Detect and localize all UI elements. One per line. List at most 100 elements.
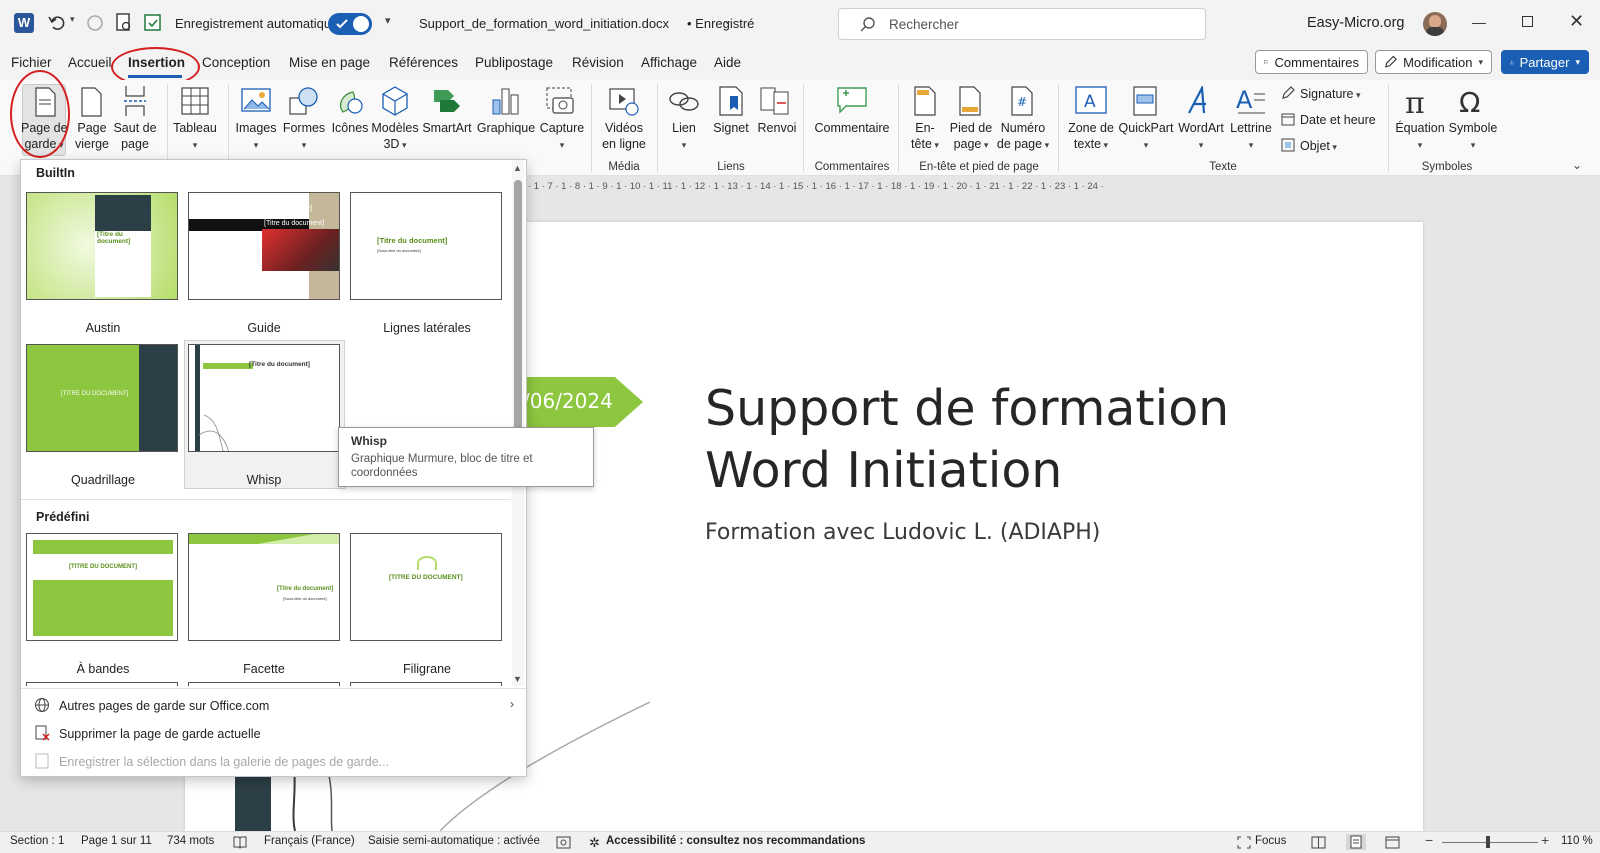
blank-page-icon xyxy=(80,87,102,117)
shapes-button[interactable]: Formes ▾ xyxy=(281,120,327,153)
scroll-down-icon[interactable]: ▼ xyxy=(513,674,522,684)
document-title[interactable]: Support_de_formation_word_initiation.doc… xyxy=(419,16,669,31)
chevron-right-icon[interactable]: › xyxy=(510,697,514,711)
comments-label: Commentaires xyxy=(1274,54,1359,70)
icons-button[interactable]: Icônes xyxy=(327,120,373,136)
drop-cap-button[interactable]: Lettrine ▾ xyxy=(1228,120,1274,153)
status-language[interactable]: Français (France) xyxy=(264,835,355,847)
cover-thumb-quadrillage[interactable]: [TITRE DU DOCUMENT] xyxy=(26,344,178,452)
search-box[interactable]: Rechercher xyxy=(838,8,1206,40)
quickpart-button[interactable]: QuickPart ▾ xyxy=(1118,120,1174,153)
tab-fichier[interactable]: Fichier xyxy=(11,55,52,70)
cover-thumb-filigrane[interactable]: [TITRE DU DOCUMENT] xyxy=(350,533,502,641)
object-button[interactable]: Objet ▾ xyxy=(1300,138,1337,155)
cover-thumb-whisp[interactable]: [Titre du document] xyxy=(188,344,340,452)
status-page[interactable]: Page 1 sur 11 xyxy=(81,835,152,847)
tab-publipostage[interactable]: Publipostage xyxy=(475,55,553,70)
share-button[interactable]: Partager ▾ xyxy=(1501,50,1589,74)
scroll-up-icon[interactable]: ▲ xyxy=(513,163,522,173)
redo-icon[interactable] xyxy=(84,12,106,34)
web-layout-icon[interactable] xyxy=(1385,836,1400,849)
horizontal-ruler[interactable]: 6 · 1 · 7 · 1 · 8 · 1 · 9 · 1 · 10 · 1 ·… xyxy=(520,181,1370,195)
comments-button[interactable]: Commentaires xyxy=(1255,50,1368,74)
cover-thumb-facette[interactable]: [Titre du document] [Sous-titre du docum… xyxy=(188,533,340,641)
customize-toolbar-icon[interactable]: ▾ xyxy=(385,14,391,27)
equation-button[interactable]: Équation ▾ xyxy=(1395,120,1445,153)
page-break-button[interactable]: Saut de page xyxy=(112,120,158,152)
status-words[interactable]: 734 mots xyxy=(167,835,214,847)
autosave-toggle[interactable] xyxy=(328,13,372,35)
images-button[interactable]: Images ▾ xyxy=(233,120,279,153)
cover-thumb-partial xyxy=(350,682,502,686)
tab-aide[interactable]: Aide xyxy=(714,55,741,70)
zoom-slider[interactable] xyxy=(1442,842,1538,843)
document-title-text[interactable]: Support de formation Word Initiation xyxy=(705,378,1229,502)
print-layout-icon[interactable] xyxy=(1346,834,1366,850)
footer-button[interactable]: Pied de page ▾ xyxy=(946,120,996,153)
editing-mode-button[interactable]: Modification ▾ xyxy=(1375,50,1492,74)
page-number-button[interactable]: Numéro de page ▾ xyxy=(996,120,1050,153)
chart-button[interactable]: Graphique xyxy=(476,120,536,136)
status-autocomplete[interactable]: Saisie semi-automatique : activée xyxy=(368,835,540,847)
chevron-down-icon: ▾ xyxy=(1478,56,1483,67)
symbol-button[interactable]: Symbole ▾ xyxy=(1447,120,1499,153)
bookmark-button[interactable]: Signet xyxy=(708,120,754,136)
tab-conception[interactable]: Conception xyxy=(202,55,270,70)
screenshot-button[interactable]: Capture ▾ xyxy=(536,120,588,153)
undo-dropdown-icon[interactable]: ▾ xyxy=(70,14,75,25)
cover-thumb-guide[interactable]: [Année] [Titre du document] xyxy=(188,192,340,300)
online-video-button[interactable]: Vidéos en ligne xyxy=(598,120,650,152)
document-subtitle-text[interactable]: Formation avec Ludovic L. (ADIAPH) xyxy=(705,520,1100,545)
print-preview-icon[interactable] xyxy=(114,12,134,34)
3d-models-button[interactable]: Modèles 3D ▾ xyxy=(370,120,420,153)
zoom-in-icon[interactable]: + xyxy=(1541,832,1549,848)
cover-thumb-austin[interactable]: [Titre du document] xyxy=(26,192,178,300)
accessibility-icon[interactable]: ✲ xyxy=(589,835,600,851)
status-section[interactable]: Section : 1 xyxy=(10,835,64,847)
tab-affichage[interactable]: Affichage xyxy=(641,55,697,70)
tab-references[interactable]: Références xyxy=(389,55,458,70)
word-logo-icon: W xyxy=(14,13,34,33)
text-box-button[interactable]: Zone de texte ▾ xyxy=(1064,120,1118,153)
smartart-button[interactable]: SmartArt xyxy=(421,120,473,136)
link-button[interactable]: Lien ▾ xyxy=(660,120,708,153)
chevron-down-icon[interactable]: ⌄ xyxy=(723,14,732,27)
account-name[interactable]: Easy-Micro.org xyxy=(1307,15,1405,31)
tab-revision[interactable]: Révision xyxy=(572,55,624,70)
header-button[interactable]: En-tête ▾ xyxy=(903,120,947,153)
tooltip: Whisp Graphique Murmure, bloc de titre e… xyxy=(338,427,594,487)
more-cover-pages-item[interactable]: Autres pages de garde sur Office.com xyxy=(59,699,269,713)
comment-button[interactable]: Commentaire xyxy=(810,120,894,136)
close-icon[interactable]: ✕ xyxy=(1569,11,1584,32)
read-mode-icon[interactable] xyxy=(1311,836,1326,849)
status-zoom[interactable]: 110 % xyxy=(1561,835,1593,847)
cover-thumb-a-bandes[interactable]: [TITRE DU DOCUMENT] xyxy=(26,533,178,641)
tab-mise-en-page[interactable]: Mise en page xyxy=(289,55,370,70)
blank-page-button[interactable]: Page vierge xyxy=(70,120,114,152)
focus-icon[interactable] xyxy=(1237,836,1251,849)
collapse-ribbon-icon[interactable]: ⌄ xyxy=(1572,158,1582,172)
remove-cover-page-item[interactable]: Supprimer la page de garde actuelle xyxy=(59,727,261,741)
macro-icon[interactable] xyxy=(556,836,571,849)
minimize-icon[interactable]: — xyxy=(1472,14,1486,30)
group-separator xyxy=(803,84,804,172)
cover-thumb-lignes-laterales[interactable]: [Titre du document] [Sous-titre du docum… xyxy=(350,192,502,300)
tab-accueil[interactable]: Accueil xyxy=(68,55,112,70)
status-accessibility[interactable]: Accessibilité : consultez nos recommanda… xyxy=(606,835,865,847)
signature-button[interactable]: Signature ▾ xyxy=(1300,86,1361,103)
cross-reference-button[interactable]: Renvoi xyxy=(752,120,802,136)
zoom-slider-thumb[interactable] xyxy=(1486,836,1490,848)
undo-icon[interactable] xyxy=(46,12,68,34)
avatar[interactable] xyxy=(1423,12,1447,36)
scrollbar-thumb[interactable] xyxy=(514,180,522,430)
table-button[interactable]: Tableau ▾ xyxy=(170,120,220,153)
date-time-button[interactable]: Date et heure xyxy=(1300,112,1376,128)
save-icon[interactable] xyxy=(142,12,164,34)
status-focus[interactable]: Focus xyxy=(1255,835,1286,847)
zoom-out-icon[interactable]: − xyxy=(1425,832,1433,848)
proofing-icon[interactable] xyxy=(233,836,247,849)
restore-icon[interactable] xyxy=(1522,16,1533,27)
search-placeholder[interactable]: Rechercher xyxy=(889,17,959,32)
wordart-button[interactable]: WordArt ▾ xyxy=(1175,120,1227,153)
date-text: /06/2024 xyxy=(523,389,613,413)
